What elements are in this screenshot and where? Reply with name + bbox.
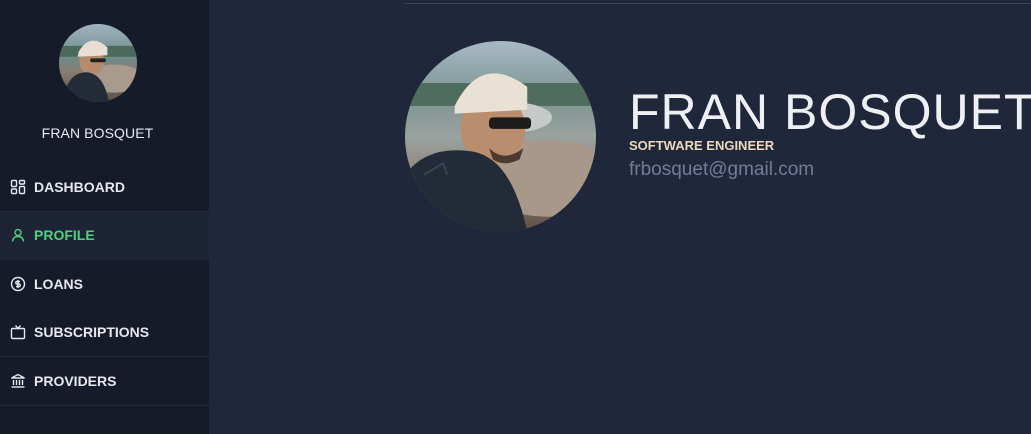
user-icon <box>10 227 26 243</box>
sidebar-item-dashboard[interactable]: DASHBOARD <box>0 163 209 212</box>
bank-icon <box>10 373 26 389</box>
sidebar-avatar[interactable] <box>59 24 137 102</box>
sidebar-item-subscriptions[interactable]: SUBSCRIPTIONS <box>0 309 209 357</box>
sidebar-item-profile[interactable]: PROFILE <box>0 211 209 260</box>
sidebar-item-loans[interactable]: LOANS <box>0 260 209 309</box>
sidebar-item-providers[interactable]: PROVIDERS <box>0 357 209 406</box>
dashboard-icon <box>10 179 26 195</box>
sidebar-item-label: SUBSCRIPTIONS <box>34 324 150 341</box>
sidebar-item-label: DASHBOARD <box>34 178 125 195</box>
dollar-circle-icon <box>10 276 26 292</box>
profile-name: FRAN BOSQUET <box>629 84 1031 140</box>
app-root: FRAN BOSQUET DASHBOARD PROFILE LOANS SUB… <box>0 0 1031 434</box>
sidebar-nav: DASHBOARD PROFILE LOANS SUBSCRIPTIONS PR… <box>0 163 209 406</box>
profile-role: SOFTWARE ENGINEER <box>629 138 775 153</box>
sidebar: FRAN BOSQUET DASHBOARD PROFILE LOANS SUB… <box>0 0 209 434</box>
sidebar-item-label: PROVIDERS <box>34 372 117 389</box>
profile-avatar <box>405 41 596 232</box>
sidebar-user-name: FRAN BOSQUET <box>41 125 154 141</box>
tv-icon <box>10 324 26 340</box>
sidebar-item-label: LOANS <box>34 275 83 292</box>
sidebar-item-label: PROFILE <box>34 227 95 244</box>
header-divider <box>405 3 1031 4</box>
profile-email[interactable]: frbosquet@gmail.com <box>629 159 814 181</box>
